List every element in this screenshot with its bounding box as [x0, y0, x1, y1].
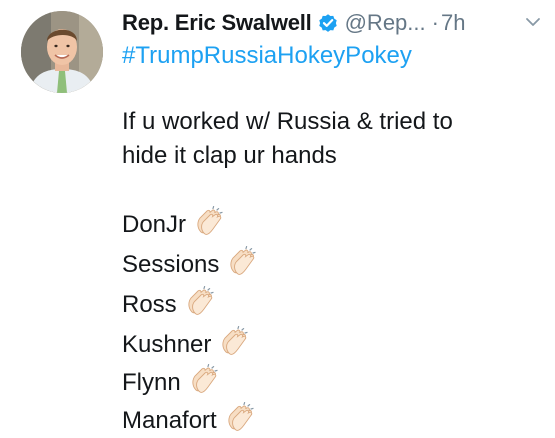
- avatar[interactable]: [21, 11, 103, 93]
- list-item-name: Kushner: [122, 331, 212, 358]
- clapping-hands-icon: [185, 286, 215, 318]
- clapping-hands-icon: [225, 402, 255, 434]
- clapping-hands-icon: [194, 206, 224, 238]
- tweet-card: Rep. Eric Swalwell @Rep... · 7h #TrumpRu…: [0, 0, 555, 438]
- separator-dot: ·: [431, 10, 439, 35]
- chevron-down-icon[interactable]: [525, 16, 541, 28]
- profile-photo: [21, 11, 103, 93]
- list-item: Kushner: [122, 326, 249, 362]
- clapping-hands-icon: [227, 246, 257, 278]
- list-item-name: Manafort: [122, 407, 217, 434]
- list-item-name: Ross: [122, 291, 177, 318]
- clapping-hands-icon: [189, 364, 219, 396]
- list-item: Sessions: [122, 246, 257, 282]
- list-item-name: DonJr: [122, 211, 187, 238]
- tweet-text-line: hide it clap ur hands: [122, 142, 337, 169]
- list-item-name: Sessions: [122, 251, 220, 278]
- list-item-name: Flynn: [122, 369, 181, 396]
- list-item: Manafort: [122, 402, 255, 438]
- clapping-hands-icon: [219, 326, 249, 358]
- tweet-header: Rep. Eric Swalwell @Rep... · 7h: [122, 8, 465, 38]
- hashtag-link[interactable]: #TrumpRussiaHokeyPokey: [122, 42, 412, 70]
- display-name[interactable]: Rep. Eric Swalwell: [122, 10, 312, 36]
- list-item: DonJr: [122, 206, 224, 242]
- verified-badge-icon: [317, 12, 339, 34]
- user-handle[interactable]: @Rep...: [345, 10, 426, 36]
- tweet-text-line: If u worked w/ Russia & tried to: [122, 108, 453, 135]
- list-item: Ross: [122, 286, 215, 322]
- list-item: Flynn: [122, 364, 219, 400]
- timestamp[interactable]: 7h: [441, 10, 465, 36]
